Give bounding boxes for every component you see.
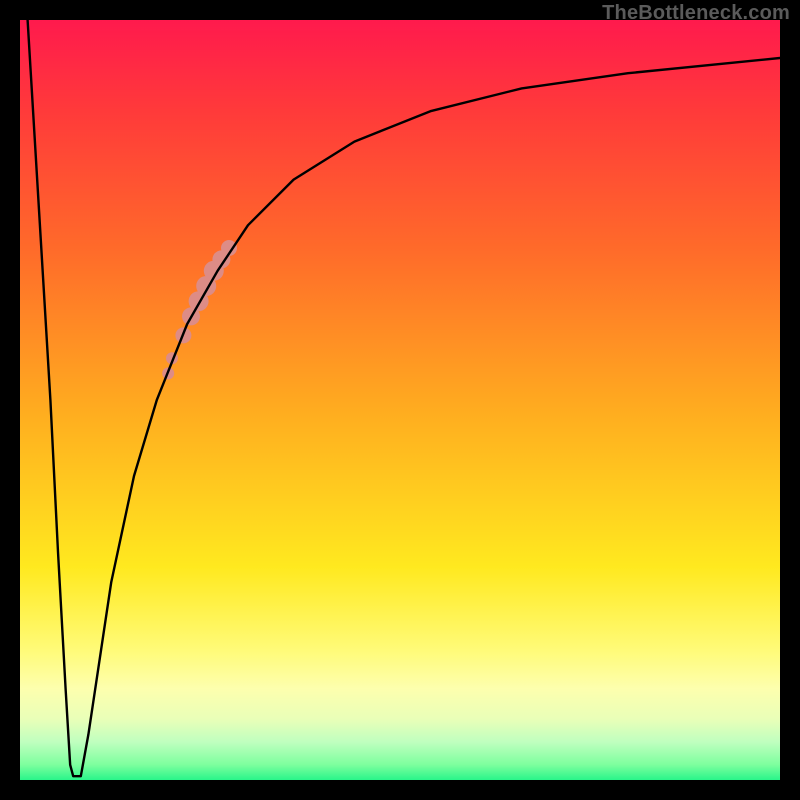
plot-area xyxy=(20,20,780,780)
highlight-dot xyxy=(189,291,209,311)
bottleneck-curve xyxy=(28,20,780,776)
highlight-dot xyxy=(162,367,174,379)
highlight-dot xyxy=(196,276,216,296)
highlight-dot xyxy=(175,327,191,343)
curve-layer xyxy=(20,20,780,780)
highlight-dot xyxy=(182,307,200,325)
chart-frame: TheBottleneck.com xyxy=(0,0,800,800)
highlight-dot xyxy=(221,240,237,256)
highlight-dot xyxy=(212,250,230,268)
marker-group xyxy=(162,240,237,379)
watermark-text: TheBottleneck.com xyxy=(602,2,790,25)
highlight-dot xyxy=(204,261,224,281)
highlight-dot xyxy=(166,352,178,364)
